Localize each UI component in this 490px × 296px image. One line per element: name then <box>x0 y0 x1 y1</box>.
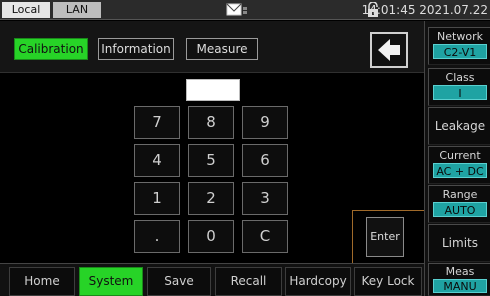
softkey-meas[interactable]: Meas MANU <box>428 263 490 296</box>
softkey-limits[interactable]: Limits <box>428 224 490 262</box>
key-3[interactable]: 3 <box>242 182 288 215</box>
tab-information[interactable]: Information <box>98 38 174 60</box>
class-value: I <box>433 85 487 100</box>
bottom-system-button[interactable]: System <box>79 267 143 296</box>
softkey-range[interactable]: Range AUTO <box>428 185 490 223</box>
softkey-class[interactable]: Class I <box>428 68 490 106</box>
softkey-leakage[interactable]: Leakage <box>428 107 490 145</box>
range-value: AUTO <box>433 202 487 217</box>
key-decimal[interactable]: . <box>134 220 180 253</box>
network-title: Network <box>437 30 483 43</box>
key-7[interactable]: 7 <box>134 106 180 139</box>
tab-calibration[interactable]: Calibration <box>14 38 88 60</box>
tab-local[interactable]: Local <box>2 2 50 18</box>
network-value: C2-V1 <box>433 44 487 59</box>
current-title: Current <box>439 149 481 162</box>
status-bar: Local LAN 14:01:45 2021.07.22 <box>0 0 490 20</box>
key-1[interactable]: 1 <box>134 182 180 215</box>
bottom-keylock-button[interactable]: Key Lock <box>354 267 422 296</box>
numeric-display <box>186 79 240 101</box>
key-2[interactable]: 2 <box>188 182 234 215</box>
back-button[interactable] <box>370 32 408 68</box>
meas-value: MANU <box>433 279 487 293</box>
leakage-label: Leakage <box>434 119 486 133</box>
bottom-recall-button[interactable]: Recall <box>215 267 282 296</box>
key-9[interactable]: 9 <box>242 106 288 139</box>
enter-button[interactable]: Enter <box>366 217 404 257</box>
key-6[interactable]: 6 <box>242 144 288 177</box>
current-value: AC + DC <box>433 163 487 178</box>
meas-title: Meas <box>445 265 475 278</box>
key-4[interactable]: 4 <box>134 144 180 177</box>
subtab-bar: Calibration Information Measure <box>0 21 424 73</box>
key-8[interactable]: 8 <box>188 106 234 139</box>
tab-lan[interactable]: LAN <box>53 2 101 18</box>
main-panel: Calibration Information Measure 7 8 9 4 … <box>0 21 424 266</box>
datetime: 14:01:45 2021.07.22 <box>361 3 488 17</box>
tab-measure[interactable]: Measure <box>186 38 258 60</box>
bottom-save-button[interactable]: Save <box>147 267 211 296</box>
class-title: Class <box>445 71 475 84</box>
key-clear[interactable]: C <box>242 220 288 253</box>
bottom-home-button[interactable]: Home <box>9 267 75 296</box>
key-0[interactable]: 0 <box>188 220 234 253</box>
limits-label: Limits <box>442 236 478 250</box>
mail-icon <box>226 2 248 22</box>
range-title: Range <box>442 188 478 201</box>
softkey-network[interactable]: Network C2-V1 <box>428 27 490 65</box>
key-5[interactable]: 5 <box>188 144 234 177</box>
back-arrow-icon <box>378 39 400 61</box>
bottom-hardcopy-button[interactable]: Hardcopy <box>285 267 351 296</box>
bottom-softkeys: Home System Save Recall Hardcopy Key Loc… <box>0 263 424 296</box>
side-softkeys: Network C2-V1 Class I Leakage Current AC… <box>424 21 490 296</box>
softkey-current[interactable]: Current AC + DC <box>428 146 490 184</box>
